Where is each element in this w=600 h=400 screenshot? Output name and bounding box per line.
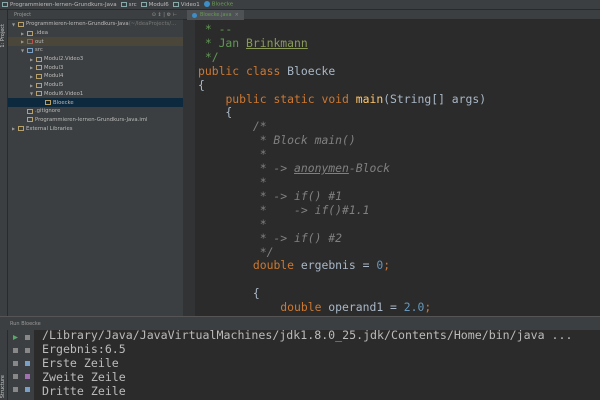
tree-item[interactable]: ▶ Modul4 [8, 72, 183, 81]
tree-item[interactable]: Bloecke [8, 98, 183, 107]
console-line: Zweite Zeile [42, 370, 126, 384]
folder-icon [27, 117, 33, 123]
project-tool-tab[interactable]: 1: Project [0, 24, 6, 48]
code-line: double operand1 = 2.0; [280, 300, 432, 315]
tree-item[interactable]: ▶ External Libraries [8, 124, 183, 133]
folder-icon [45, 100, 51, 106]
dump-icon[interactable] [13, 374, 18, 379]
code-line: * -- [198, 22, 233, 36]
editor-tabs: Bloecke.java × [183, 10, 600, 20]
breadcrumb-modul6[interactable]: Modul6 [140, 1, 169, 8]
code-line: * [198, 174, 267, 189]
tree-item[interactable]: Programmieren-lernen-Grundkurs-Java.iml [8, 116, 183, 125]
folder-icon [36, 65, 42, 71]
code-line: { [198, 286, 260, 301]
console-output[interactable]: /Library/Java/JavaVirtualMachines/jdk1.8… [42, 328, 572, 398]
tree-item[interactable]: ▼ Programmieren-lernen-Grundkurs-Java (~/… [8, 20, 183, 29]
soft-wrap-icon[interactable] [25, 361, 30, 366]
tree-item[interactable]: ▶ out [8, 37, 183, 47]
class-icon [203, 1, 210, 8]
code-line: * Jan Brinkmann [198, 35, 308, 50]
tree-item[interactable]: ▼ src [8, 46, 183, 55]
clear-icon[interactable] [25, 387, 30, 392]
close-tab-icon[interactable]: × [235, 12, 239, 18]
breadcrumb-class[interactable]: Bloecke [203, 1, 233, 8]
code-line: * [198, 216, 267, 231]
console-line: Erste Zeile [42, 356, 119, 370]
project-tree: ▼ Programmieren-lernen-Grundkurs-Java (~/… [8, 20, 183, 133]
project-view-select[interactable]: Project [14, 12, 31, 18]
exit-icon[interactable] [13, 387, 18, 392]
code-line: { [198, 77, 205, 92]
project-panel: Project ⊙ ⇕ | ⚙ ⊢ ▼ Programmieren-lernen-G… [8, 10, 183, 316]
folder-icon [27, 47, 33, 53]
tree-item[interactable]: .gitignore [8, 107, 183, 116]
run-toolbar [8, 330, 34, 400]
editor-gutter [183, 20, 195, 316]
code-editor[interactable]: * -- * Jan Brinkmann */public class Bloe… [198, 22, 487, 315]
tree-item[interactable]: ▶ Modul5 [8, 81, 183, 90]
folder-icon [27, 39, 33, 45]
breadcrumb-project[interactable]: Programmieren-lernen-Grundkurs-Java [2, 1, 117, 8]
code-line: * Block main() [198, 133, 356, 148]
code-line: * -> if() #2 [198, 230, 343, 245]
pause-icon[interactable] [13, 361, 18, 366]
run-config-tab[interactable]: Bloecke [21, 321, 41, 327]
breadcrumb-video1[interactable]: Video1 [172, 1, 200, 8]
code-line: /* [198, 119, 267, 134]
code-line: double ergebnis = 0; [252, 258, 391, 273]
folder-icon [27, 30, 33, 36]
code-line: */ [198, 49, 219, 64]
folder-icon [36, 91, 42, 97]
project-panel-header: Project ⊙ ⇕ | ⚙ ⊢ [8, 10, 183, 20]
scroll-up-icon[interactable] [25, 335, 30, 340]
folder-icon [36, 56, 42, 62]
tab-bloecke-java[interactable]: Bloecke.java × [187, 10, 244, 20]
bottom-left-strip: Structure [0, 330, 8, 400]
console-line: Dritte Zeile [42, 384, 126, 398]
stop-icon[interactable] [13, 348, 18, 353]
navigation-bar: Programmieren-lernen-Grundkurs-Java src … [0, 0, 600, 10]
code-line: * -> anonymen-Block [198, 161, 391, 176]
folder-icon [27, 108, 33, 114]
folder-icon [36, 73, 42, 79]
tree-item[interactable]: ▶ .idea [8, 29, 183, 38]
folder-icon [36, 82, 42, 88]
folder-icon [18, 126, 24, 132]
print-icon[interactable] [25, 374, 30, 379]
code-line: * -> if()#1.1 [198, 202, 370, 217]
scroll-down-icon[interactable] [25, 348, 30, 353]
code-line: * -> if() #1 [198, 188, 343, 203]
structure-tool-tab[interactable]: Structure [0, 375, 6, 398]
code-line: public static void main(String[] args) [225, 91, 487, 106]
left-tool-strip: 1: Project [0, 10, 8, 316]
console-line: /Library/Java/JavaVirtualMachines/jdk1.8… [42, 328, 573, 342]
code-line: public class Bloecke [198, 63, 336, 78]
tree-item[interactable]: ▶ Modul3 [8, 63, 183, 72]
breadcrumb-src[interactable]: src [120, 1, 137, 8]
tree-item[interactable]: ▼ Modul6.Video1 [8, 90, 183, 99]
rerun-icon[interactable] [13, 335, 18, 340]
code-line: */ [198, 244, 274, 259]
tree-item[interactable]: ▶ Modul2.Video3 [8, 55, 183, 64]
panel-settings-icon[interactable]: ⊙ ⇕ | ⚙ ⊢ [152, 12, 177, 18]
folder-icon [18, 21, 24, 27]
class-icon [192, 12, 197, 18]
code-line: * [198, 147, 267, 162]
code-line: { [198, 105, 233, 120]
console-line: Ergebnis:6.5 [42, 342, 126, 356]
